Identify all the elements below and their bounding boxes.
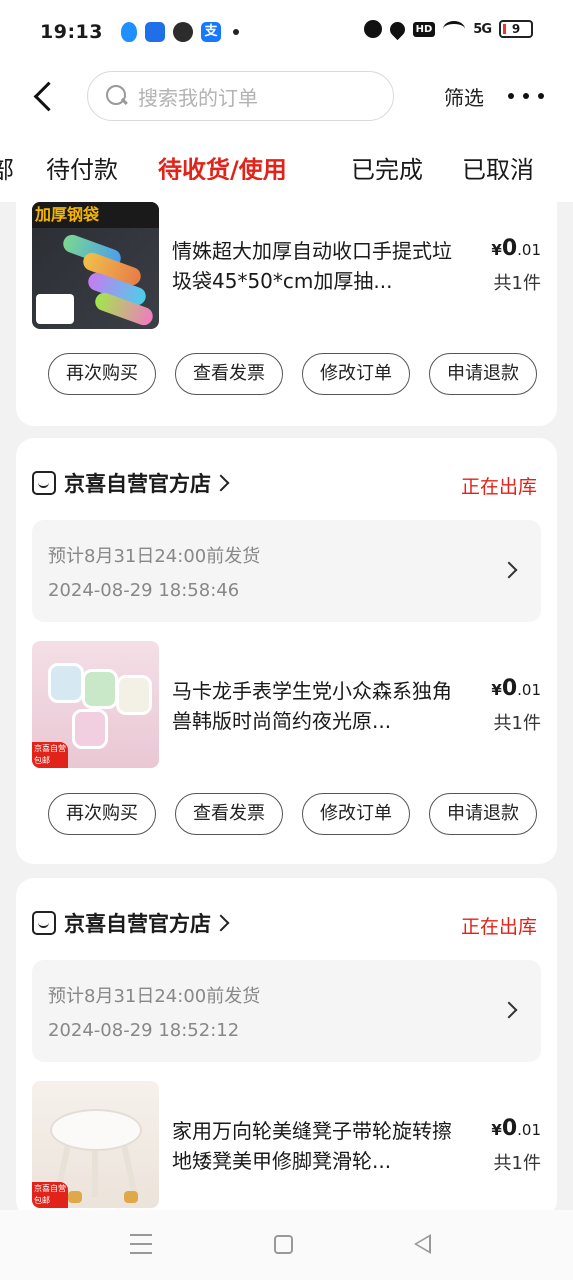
order-status: 正在出库 — [460, 916, 537, 938]
order-actions: 再次购买 查看发票 修改订单 申请退款 — [48, 353, 537, 395]
back-chevron-icon[interactable] — [28, 78, 58, 114]
chevron-right-icon — [212, 474, 230, 492]
product-price: ¥0.01 共1件 — [491, 676, 541, 734]
product-title[interactable]: 马卡龙手表学生党小众森系独角兽韩版时尚简约夜光原... — [172, 676, 457, 736]
system-nav-bar — [0, 1210, 573, 1280]
header: 搜索我的订单 筛选 — [0, 64, 573, 130]
modify-order-button[interactable]: 修改订单 — [302, 793, 410, 835]
battery-icon: 9 — [499, 20, 533, 38]
store-icon — [32, 471, 56, 495]
hd-icon: HD — [412, 21, 436, 37]
modify-order-button[interactable]: 修改订单 — [302, 353, 410, 395]
order-status: 正在出库 — [460, 476, 537, 498]
signal-icon: 5G — [473, 21, 492, 37]
home-square-icon[interactable] — [274, 1235, 293, 1254]
filter-button[interactable]: 筛选 — [444, 82, 484, 111]
order-actions: 再次购买 查看发票 修改订单 申请退款 — [48, 793, 537, 835]
wechat-icon — [172, 22, 193, 42]
search-input[interactable]: 搜索我的订单 — [87, 71, 394, 121]
store-name: 京喜自营官方店 — [64, 472, 211, 496]
product-image[interactable]: 加厚钢袋 — [32, 202, 159, 329]
ship-estimate: 预计8月31日24:00前发货 — [48, 986, 261, 1007]
back-triangle-icon[interactable] — [414, 1234, 431, 1254]
more-notifications-dot-icon — [232, 29, 239, 35]
location-icon — [386, 18, 408, 40]
product-quantity: 共1件 — [493, 273, 541, 294]
store-link[interactable]: 京喜自营官方店 — [32, 468, 230, 498]
menu-icon[interactable] — [130, 1234, 152, 1254]
request-refund-button[interactable]: 申请退款 — [429, 353, 537, 395]
product-price: ¥0.01 共1件 — [491, 236, 541, 294]
view-invoice-button[interactable]: 查看发票 — [175, 793, 283, 835]
product-tag: 京喜自营 包邮 — [32, 742, 68, 768]
order-card: 京喜自营官方店 正在出库 预计8月31日24:00前发货 2024-08-29 … — [16, 438, 557, 864]
product-title[interactable]: 家用万向轮美缝凳子带轮旋转擦地矮凳美甲修脚凳滑轮... — [172, 1116, 457, 1176]
shipping-info[interactable]: 预计8月31日24:00前发货 2024-08-29 18:52:12 — [32, 960, 541, 1062]
chevron-right-icon — [500, 1001, 518, 1019]
product-image[interactable]: 京喜自营 包邮 — [32, 1081, 159, 1208]
product-image[interactable]: 京喜自营 包邮 — [32, 641, 159, 768]
tab-all[interactable]: 部 — [0, 150, 14, 185]
qq-icon — [120, 22, 137, 42]
wifi-icon — [443, 21, 466, 37]
chevron-right-icon — [212, 914, 230, 932]
buy-again-button[interactable]: 再次购买 — [48, 353, 156, 395]
notification-icons: 支 — [120, 22, 239, 42]
app-notification-icon — [144, 22, 165, 42]
product-image-label — [36, 294, 74, 324]
shipping-info[interactable]: 预计8月31日24:00前发货 2024-08-29 18:58:46 — [32, 520, 541, 622]
search-placeholder: 搜索我的订单 — [138, 85, 258, 110]
product-quantity: 共1件 — [493, 713, 541, 734]
order-card: 加厚钢袋 情姝超大加厚自动收口手提式垃圾袋45*50*cm加厚抽... ¥0.0… — [16, 180, 557, 426]
product-quantity: 共1件 — [493, 1153, 541, 1174]
ship-time: 2024-08-29 18:58:46 — [48, 580, 240, 601]
alarm-icon — [363, 20, 382, 38]
product-tag: 京喜自营 包邮 — [32, 1182, 68, 1208]
status-time: 19:13 — [40, 21, 103, 43]
alipay-icon: 支 — [200, 22, 221, 42]
status-bar: 19:13 支 HD 5G 9 — [0, 0, 573, 64]
store-name: 京喜自营官方店 — [64, 912, 211, 936]
buy-again-button[interactable]: 再次购买 — [48, 793, 156, 835]
view-invoice-button[interactable]: 查看发票 — [175, 353, 283, 395]
ship-estimate: 预计8月31日24:00前发货 — [48, 546, 261, 567]
search-icon — [106, 85, 128, 107]
system-status-icons: HD 5G 9 — [363, 18, 533, 40]
store-link[interactable]: 京喜自营官方店 — [32, 908, 230, 938]
request-refund-button[interactable]: 申请退款 — [429, 793, 537, 835]
ship-time: 2024-08-29 18:52:12 — [48, 1020, 240, 1041]
product-price: ¥0.01 共1件 — [491, 1116, 541, 1174]
product-image-text: 加厚钢袋 — [32, 202, 159, 228]
more-dots-icon[interactable] — [508, 80, 544, 112]
store-icon — [32, 911, 56, 935]
product-title[interactable]: 情姝超大加厚自动收口手提式垃圾袋45*50*cm加厚抽... — [172, 236, 457, 296]
chevron-right-icon — [500, 561, 518, 579]
order-card: 京喜自营官方店 正在出库 预计8月31日24:00前发货 2024-08-29 … — [16, 878, 557, 1218]
